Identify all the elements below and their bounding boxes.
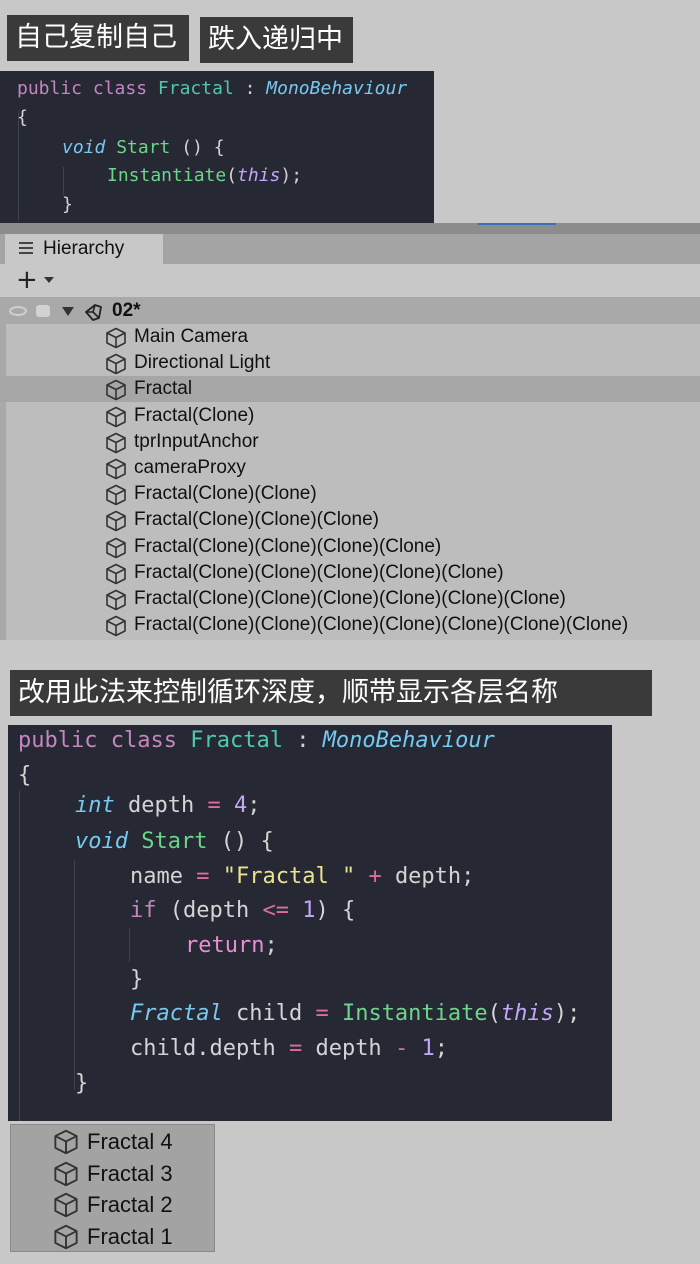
code-line: public class Fractal : MonoBehaviour	[18, 728, 495, 753]
mini-hierarchy-item[interactable]: Fractal 1	[11, 1221, 216, 1253]
gameobject-cube-icon	[106, 589, 126, 611]
add-button[interactable]: +	[16, 266, 38, 294]
scene-row[interactable]: 02*	[0, 298, 700, 324]
tab-hierarchy[interactable]: Hierarchy	[5, 234, 163, 264]
indent-guide	[19, 791, 20, 1121]
mini-hierarchy-item[interactable]: Fractal 4	[11, 1126, 216, 1158]
pickable-icon[interactable]	[36, 305, 50, 317]
mini-hierarchy-label: Fractal 4	[87, 1129, 173, 1154]
gameobject-cube-icon	[106, 484, 126, 506]
gameobject-cube-icon	[106, 615, 126, 637]
mini-hierarchy-label: Fractal 3	[87, 1160, 173, 1186]
gameobject-cube-icon	[106, 537, 126, 558]
code-line: child.depth = depth - 1;	[130, 1036, 448, 1061]
gameobject-cube-icon	[54, 1161, 78, 1186]
hierarchy-item[interactable]: Fractal(Clone)(Clone)(Clone)	[0, 507, 700, 533]
code-line: {	[17, 107, 28, 128]
code-line: if (depth <= 1) {	[130, 898, 356, 923]
caption-control-depth: 改用此法来控制循环深度，顺带显示各层名称	[10, 670, 652, 716]
hierarchy-item-label: Fractal(Clone)(Clone)(Clone)(Clone)(Clon…	[134, 561, 504, 583]
hierarchy-item[interactable]: Fractal	[0, 376, 700, 403]
indent-guide	[74, 860, 75, 1090]
hierarchy-item-label: tprInputAnchor	[134, 430, 259, 452]
indent-guide	[63, 167, 64, 195]
gameobject-cube-icon	[106, 432, 126, 454]
hierarchy-item-label: Fractal(Clone)(Clone)	[134, 483, 317, 505]
code-block-instantiate: public class Fractal : MonoBehaviour { v…	[0, 71, 434, 223]
gameobject-cube-icon	[106, 511, 126, 532]
hierarchy-item[interactable]: tprInputAnchor	[0, 429, 700, 455]
code-line: return;	[185, 933, 278, 958]
gameobject-cube-icon	[106, 458, 126, 480]
gameobject-cube-icon	[106, 353, 126, 375]
hierarchy-panel: Hierarchy + 02* Main Camera Directional L…	[0, 223, 700, 640]
code-line: }	[75, 1071, 89, 1096]
hierarchy-item[interactable]: Fractal(Clone)(Clone)(Clone)(Clone)(Clon…	[0, 612, 700, 638]
tab-label: Hierarchy	[43, 238, 125, 259]
hierarchy-item[interactable]: Fractal(Clone)	[0, 403, 700, 429]
caption-copy-self: 自己复制自己	[7, 15, 189, 61]
code-line: void Start () {	[75, 829, 274, 854]
tab-bar: Hierarchy	[0, 234, 700, 264]
caption-recursion: 跌入递归中	[200, 17, 353, 63]
code-line: Fractal child = Instantiate(this);	[130, 1001, 581, 1026]
list-icon	[19, 241, 33, 255]
hierarchy-item-label: Fractal	[134, 378, 193, 400]
gameobject-cube-icon	[106, 327, 126, 349]
unity-scene-icon	[85, 304, 102, 321]
code-line: name = "Fractal " + depth;	[130, 864, 475, 889]
visibility-icon[interactable]	[9, 306, 27, 316]
hierarchy-item[interactable]: Directional Light	[0, 350, 700, 376]
code-block-depth: public class Fractal : MonoBehaviour { i…	[8, 725, 612, 1121]
hierarchy-item-label: Fractal(Clone)	[134, 404, 255, 426]
mini-hierarchy-label: Fractal 1	[87, 1223, 173, 1249]
mini-hierarchy-item[interactable]: Fractal 3	[11, 1158, 216, 1190]
hierarchy-item-label: Fractal(Clone)(Clone)(Clone)	[134, 509, 379, 531]
mini-hierarchy: Fractal 4 Fractal 3 Fractal 2 Fractal 1	[10, 1124, 215, 1252]
code-line: public class Fractal : MonoBehaviour	[17, 78, 408, 99]
hierarchy-item-label: Fractal(Clone)(Clone)(Clone)(Clone)	[134, 535, 442, 557]
code-line: }	[62, 194, 73, 215]
mini-hierarchy-item[interactable]: Fractal 2	[11, 1189, 216, 1221]
hierarchy-item[interactable]: cameraProxy	[0, 455, 700, 481]
code-line: void Start () {	[62, 137, 225, 158]
gameobject-cube-icon	[54, 1224, 78, 1249]
hierarchy-item-label: Directional Light	[134, 352, 271, 374]
hierarchy-item-label: Fractal(Clone)(Clone)(Clone)(Clone)(Clon…	[134, 588, 566, 609]
hierarchy-item[interactable]: Fractal(Clone)(Clone)(Clone)(Clone)	[0, 534, 700, 560]
indent-guide	[129, 928, 130, 962]
code-line: int depth = 4;	[75, 793, 261, 818]
code-line: Instantiate(this);	[107, 165, 303, 186]
hierarchy-toolbar: +	[0, 264, 700, 298]
chevron-down-icon[interactable]	[44, 277, 54, 283]
hierarchy-item-label: cameraProxy	[134, 457, 246, 478]
hierarchy-item[interactable]: Fractal(Clone)(Clone)	[0, 481, 700, 507]
scene-name: 02*	[112, 300, 141, 321]
gameobject-cube-icon	[106, 406, 126, 427]
hierarchy-item[interactable]: Fractal(Clone)(Clone)(Clone)(Clone)(Clon…	[0, 586, 700, 612]
mini-hierarchy-label: Fractal 2	[87, 1192, 173, 1217]
hierarchy-item[interactable]: Fractal(Clone)(Clone)(Clone)(Clone)(Clon…	[0, 560, 700, 586]
panel-top-strip	[0, 223, 700, 234]
hierarchy-item[interactable]: Main Camera	[0, 324, 700, 350]
code-line: }	[130, 967, 144, 992]
expand-arrow-icon[interactable]	[62, 307, 74, 316]
gameobject-cube-icon	[54, 1192, 78, 1218]
hierarchy-item-label: Main Camera	[134, 326, 249, 347]
code-line: {	[18, 763, 32, 788]
gameobject-cube-icon	[106, 563, 126, 585]
gameobject-cube-icon	[54, 1129, 78, 1155]
hierarchy-item-label: Fractal(Clone)(Clone)(Clone)(Clone)(Clon…	[134, 614, 629, 636]
gameobject-cube-icon	[106, 380, 126, 401]
